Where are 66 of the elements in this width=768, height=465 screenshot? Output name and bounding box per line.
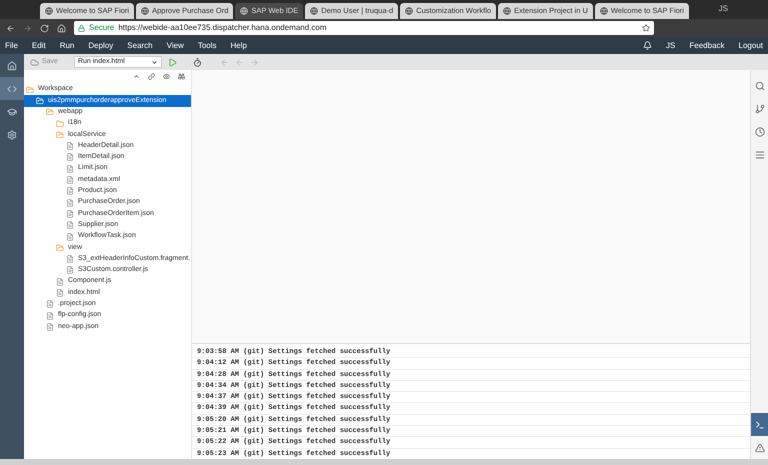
user-initials[interactable]: JS xyxy=(666,40,676,52)
link-icon[interactable] xyxy=(148,72,155,80)
page-icon xyxy=(310,7,318,15)
binoculars-icon[interactable] xyxy=(178,72,185,80)
page-icon xyxy=(141,7,150,15)
lock-icon xyxy=(78,24,85,32)
file-icon xyxy=(66,255,74,264)
eye-icon[interactable] xyxy=(163,72,170,80)
url-text: https://webide-aa10ee735.dispatcher.hana.ondemand.com xyxy=(118,22,327,34)
collapse-icon[interactable] xyxy=(133,72,140,80)
code-icon xyxy=(7,84,17,94)
notification-bell-icon[interactable] xyxy=(643,41,652,50)
page-icon xyxy=(405,7,414,15)
page-icon xyxy=(240,7,248,15)
file-icon xyxy=(46,322,54,331)
menu-item[interactable]: File xyxy=(5,40,18,52)
page-icon xyxy=(45,7,53,15)
menu-item[interactable]: View xyxy=(166,40,184,52)
graduation-cap-icon xyxy=(7,106,17,116)
bookmark-star-icon[interactable] xyxy=(642,24,650,32)
warning-icon xyxy=(754,442,764,452)
menu-item[interactable]: Search xyxy=(127,40,153,52)
file-icon xyxy=(46,312,54,320)
cloud-icon xyxy=(30,58,39,66)
stopwatch-icon[interactable] xyxy=(192,58,202,66)
file-icon xyxy=(66,198,74,207)
secure-label: Secure xyxy=(89,22,114,34)
feedback-link[interactable]: Feedback xyxy=(689,40,725,52)
page-icon xyxy=(503,7,512,15)
file-icon xyxy=(66,266,74,274)
file-icon xyxy=(66,176,74,184)
logout-link[interactable]: Logout xyxy=(738,40,763,52)
file-icon xyxy=(66,232,74,240)
terminal-icon xyxy=(754,420,764,430)
menu-item[interactable]: Help xyxy=(230,40,247,52)
file-icon xyxy=(66,187,74,196)
menu-item[interactable]: Run xyxy=(60,40,74,52)
file-icon xyxy=(66,164,74,173)
folder-icon xyxy=(56,120,64,128)
caret-icon xyxy=(150,58,158,66)
search-icon xyxy=(754,80,764,90)
home-icon[interactable] xyxy=(57,24,66,32)
address-field[interactable]: Secure https://webide-aa10ee735.dispatcher.hana.ondemand.com xyxy=(74,21,654,35)
profile-label[interactable]: JS xyxy=(718,3,728,15)
folder-icon xyxy=(56,130,64,139)
menu-item[interactable]: Tools xyxy=(198,40,217,52)
file-icon xyxy=(66,221,74,230)
forward-icon[interactable] xyxy=(23,24,32,32)
menu-item[interactable]: Edit xyxy=(32,40,46,52)
settings-icon xyxy=(7,130,17,140)
list-icon xyxy=(754,150,764,160)
page-icon xyxy=(600,7,608,15)
file-icon xyxy=(66,210,74,218)
back-icon[interactable] xyxy=(6,24,15,32)
file-icon xyxy=(56,278,64,286)
git-icon xyxy=(754,104,764,114)
folder-icon xyxy=(56,244,64,252)
file-icon xyxy=(56,288,64,297)
menu-item[interactable]: Deploy xyxy=(88,40,114,52)
reload-icon[interactable] xyxy=(40,24,49,32)
file-icon xyxy=(66,153,74,162)
file-icon xyxy=(66,142,74,150)
clock-icon xyxy=(754,126,764,136)
file-icon xyxy=(46,300,54,308)
home-icon xyxy=(7,60,17,70)
run-icon[interactable] xyxy=(168,58,177,66)
